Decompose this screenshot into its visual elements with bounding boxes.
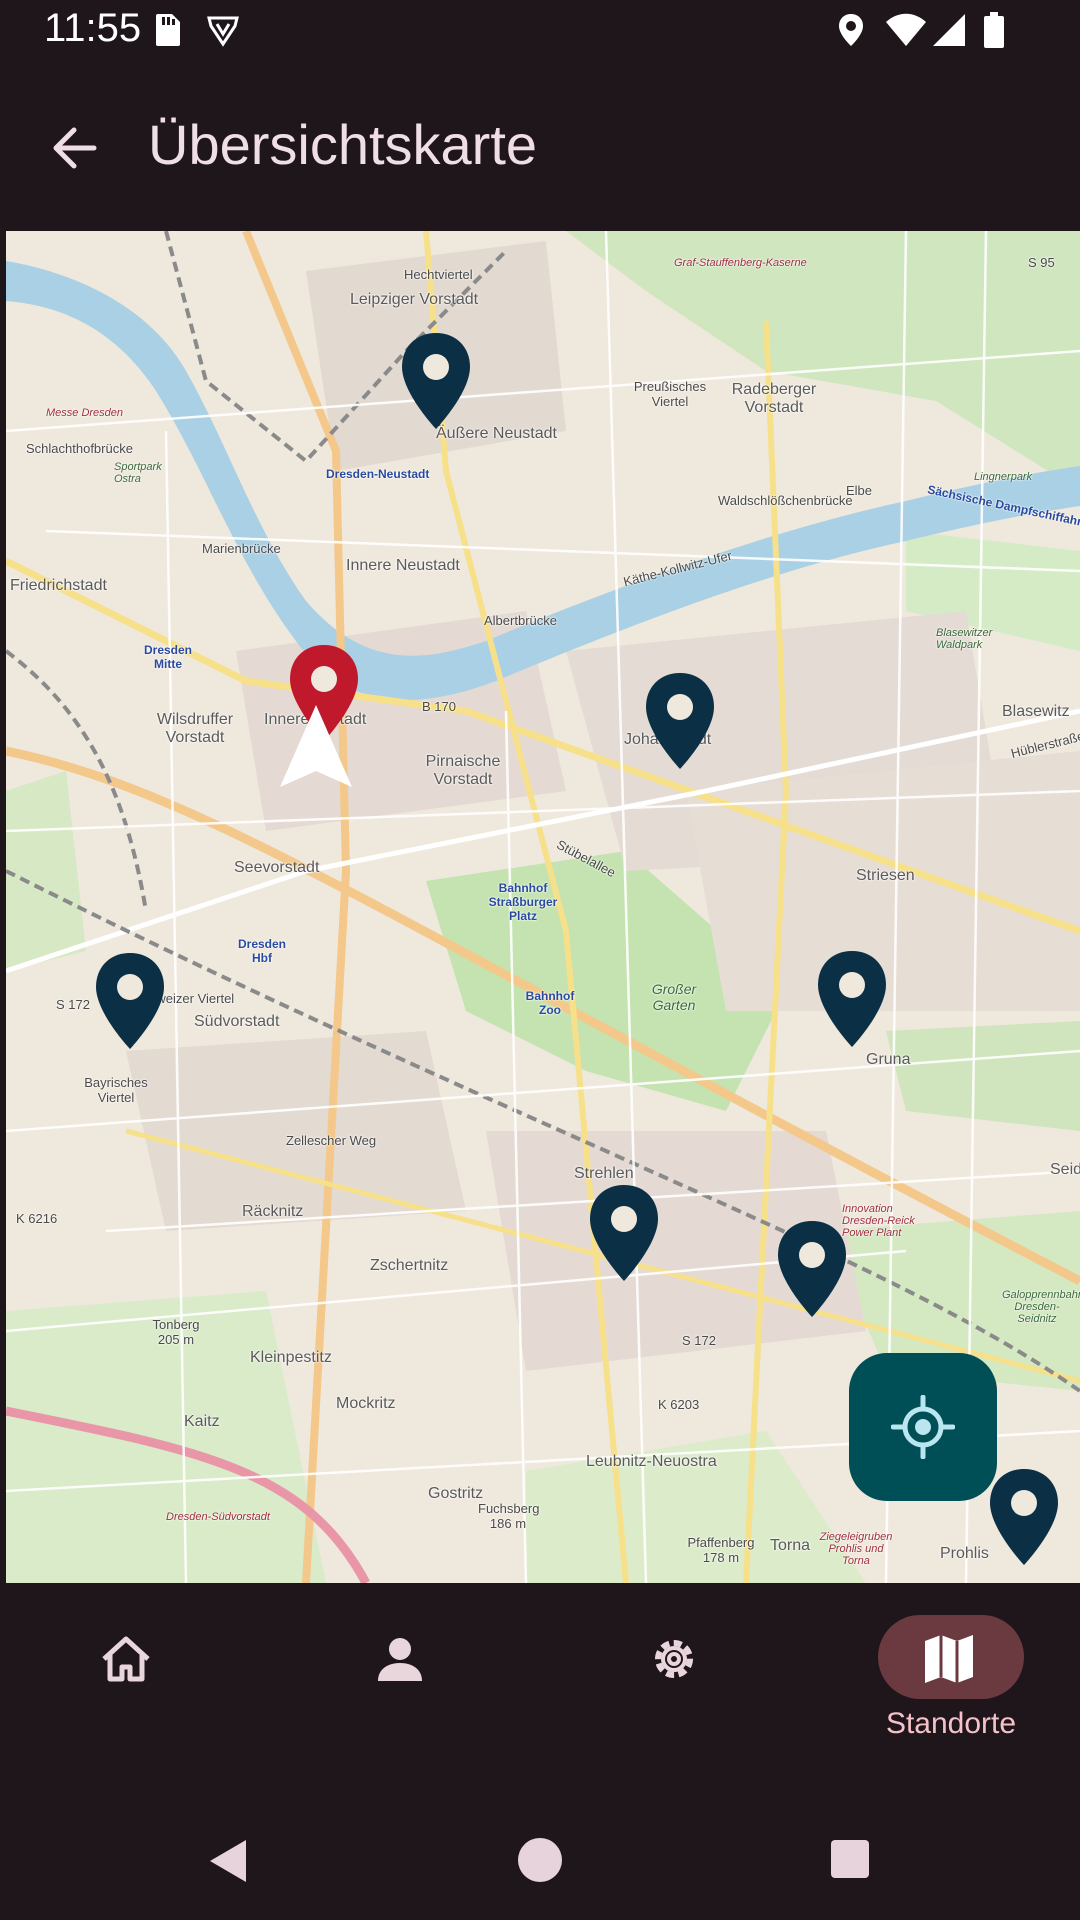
map-label: Strehlen bbox=[574, 1165, 634, 1182]
map-label: Zellescher Weg bbox=[286, 1133, 377, 1148]
bottom-navigation: Standorte bbox=[0, 1583, 1080, 1783]
map-label: Seid bbox=[1050, 1161, 1080, 1178]
map-label: Torna bbox=[770, 1537, 811, 1554]
my-location-icon bbox=[891, 1395, 955, 1459]
location-pin[interactable] bbox=[396, 331, 476, 431]
map-label: Tonberg 205 m bbox=[152, 1317, 200, 1347]
map-label: Pirnaische Vorstadt bbox=[425, 753, 501, 788]
map-label: Dresden-Südvorstadt bbox=[166, 1511, 270, 1523]
map-label: Blasewitzer Waldpark bbox=[936, 627, 993, 651]
map-label: Graf-Stauffenberg-Kaserne bbox=[674, 257, 807, 269]
map-label: Sportpark Ostra bbox=[114, 461, 162, 485]
sd-card-icon bbox=[156, 14, 180, 46]
map-icon bbox=[925, 1635, 973, 1683]
settings-icon bbox=[655, 1640, 693, 1678]
page-title: Übersichtskarte bbox=[148, 113, 538, 176]
nav-label-standorte: Standorte bbox=[885, 1707, 1017, 1740]
map-label: Striesen bbox=[856, 867, 915, 884]
signal-icon bbox=[933, 14, 965, 46]
map-label: S 172 bbox=[682, 1333, 716, 1348]
map-label: Ziegeleigruben Prohlis und Torna bbox=[819, 1531, 893, 1567]
map-label: Gruna bbox=[866, 1051, 911, 1068]
map-label: Messe Dresden bbox=[46, 407, 124, 419]
navigation-arrow-icon bbox=[280, 705, 352, 787]
map-label: Gostritz bbox=[428, 1485, 484, 1502]
map-label: Fuchsberg 186 m bbox=[478, 1501, 540, 1531]
map-label: Leipziger Vorstadt bbox=[350, 291, 479, 308]
map-label: Räcknitz bbox=[242, 1203, 304, 1220]
map-label: Marienbrücke bbox=[202, 541, 281, 556]
home-circle-icon[interactable] bbox=[516, 1836, 564, 1884]
app-bar: Übersichtskarte bbox=[0, 62, 1080, 230]
my-location-button[interactable] bbox=[849, 1353, 997, 1501]
map-label: Bayrisches Viertel bbox=[84, 1075, 148, 1105]
map-label: Dresden Mitte bbox=[143, 643, 193, 671]
map-label: Elbe bbox=[846, 483, 873, 498]
map-label: S 95 bbox=[1028, 255, 1055, 270]
shield-icon bbox=[207, 16, 239, 47]
map-label: Albertbrücke bbox=[484, 613, 557, 628]
system-navigation bbox=[0, 1783, 1080, 1920]
map-label: Galopprennbahn Dresden-Seidnitz bbox=[1002, 1289, 1080, 1325]
status-time: 11:55 bbox=[44, 6, 142, 50]
location-pin[interactable] bbox=[640, 671, 720, 771]
map-label: Bahnhof Zoo bbox=[525, 989, 575, 1017]
location-icon bbox=[839, 14, 863, 46]
map-label: Dresden Hbf bbox=[237, 937, 287, 965]
map-label: B 170 bbox=[422, 699, 456, 714]
nav-item-profile[interactable] bbox=[308, 1583, 508, 1783]
back-triangle-icon[interactable] bbox=[206, 1836, 250, 1886]
map-label: Südvorstadt bbox=[194, 1013, 280, 1030]
nav-item-home[interactable] bbox=[34, 1583, 234, 1783]
map-label: Seevorstadt bbox=[234, 859, 320, 876]
map-label: Kaitz bbox=[184, 1413, 220, 1430]
map-label: Friedrichstadt bbox=[10, 577, 107, 594]
map-label: K 6216 bbox=[16, 1211, 58, 1226]
map-label: Dresden-Neustadt bbox=[326, 467, 430, 481]
map-label: Wilsdruffer Vorstadt bbox=[156, 711, 234, 746]
location-pin[interactable] bbox=[812, 949, 892, 1049]
location-pin[interactable] bbox=[90, 951, 170, 1051]
nav-item-settings[interactable] bbox=[582, 1583, 782, 1783]
map-label: S 172 bbox=[56, 997, 90, 1012]
wifi-icon bbox=[886, 13, 926, 46]
home-icon bbox=[102, 1636, 150, 1682]
map-label: Waldschlößchenbrücke bbox=[718, 493, 853, 508]
map-label: Preußisches Viertel bbox=[633, 379, 707, 409]
status-bar: 11:55 bbox=[0, 0, 1080, 62]
map-label: K 6203 bbox=[658, 1397, 700, 1412]
arrow-back-icon[interactable] bbox=[46, 120, 102, 176]
map-label: Mockritz bbox=[336, 1395, 396, 1412]
map-label: Hechtviertel bbox=[404, 267, 473, 282]
map-label: Zschertnitz bbox=[370, 1257, 449, 1274]
map-label: Pfaffenberg 178 m bbox=[687, 1535, 755, 1565]
map-label: Blasewitz bbox=[1002, 703, 1070, 720]
person-icon bbox=[378, 1638, 422, 1681]
map-label: Prohlis bbox=[940, 1545, 989, 1562]
location-pin[interactable] bbox=[584, 1183, 664, 1283]
nav-item-standorte[interactable]: Standorte bbox=[857, 1583, 1057, 1783]
map-label: Radeberger Vorstadt bbox=[731, 381, 817, 416]
map-label: Innere Neustadt bbox=[346, 557, 460, 574]
map-label: Lingnerpark bbox=[974, 471, 1033, 483]
map-label: Großer Garten bbox=[651, 981, 697, 1013]
location-pin[interactable] bbox=[984, 1467, 1064, 1567]
map-label: Kleinpestitz bbox=[250, 1349, 332, 1366]
map-label: Bahnhof Straßburger Platz bbox=[488, 881, 558, 923]
location-pin[interactable] bbox=[772, 1219, 852, 1319]
map-label: Leubnitz-Neuostra bbox=[586, 1453, 717, 1470]
map-label: Schlachthofbrücke bbox=[26, 441, 133, 456]
recents-square-icon[interactable] bbox=[829, 1838, 871, 1880]
battery-icon bbox=[984, 12, 1004, 48]
map-label: Innovation Dresden-Reick Power Plant bbox=[842, 1203, 915, 1239]
